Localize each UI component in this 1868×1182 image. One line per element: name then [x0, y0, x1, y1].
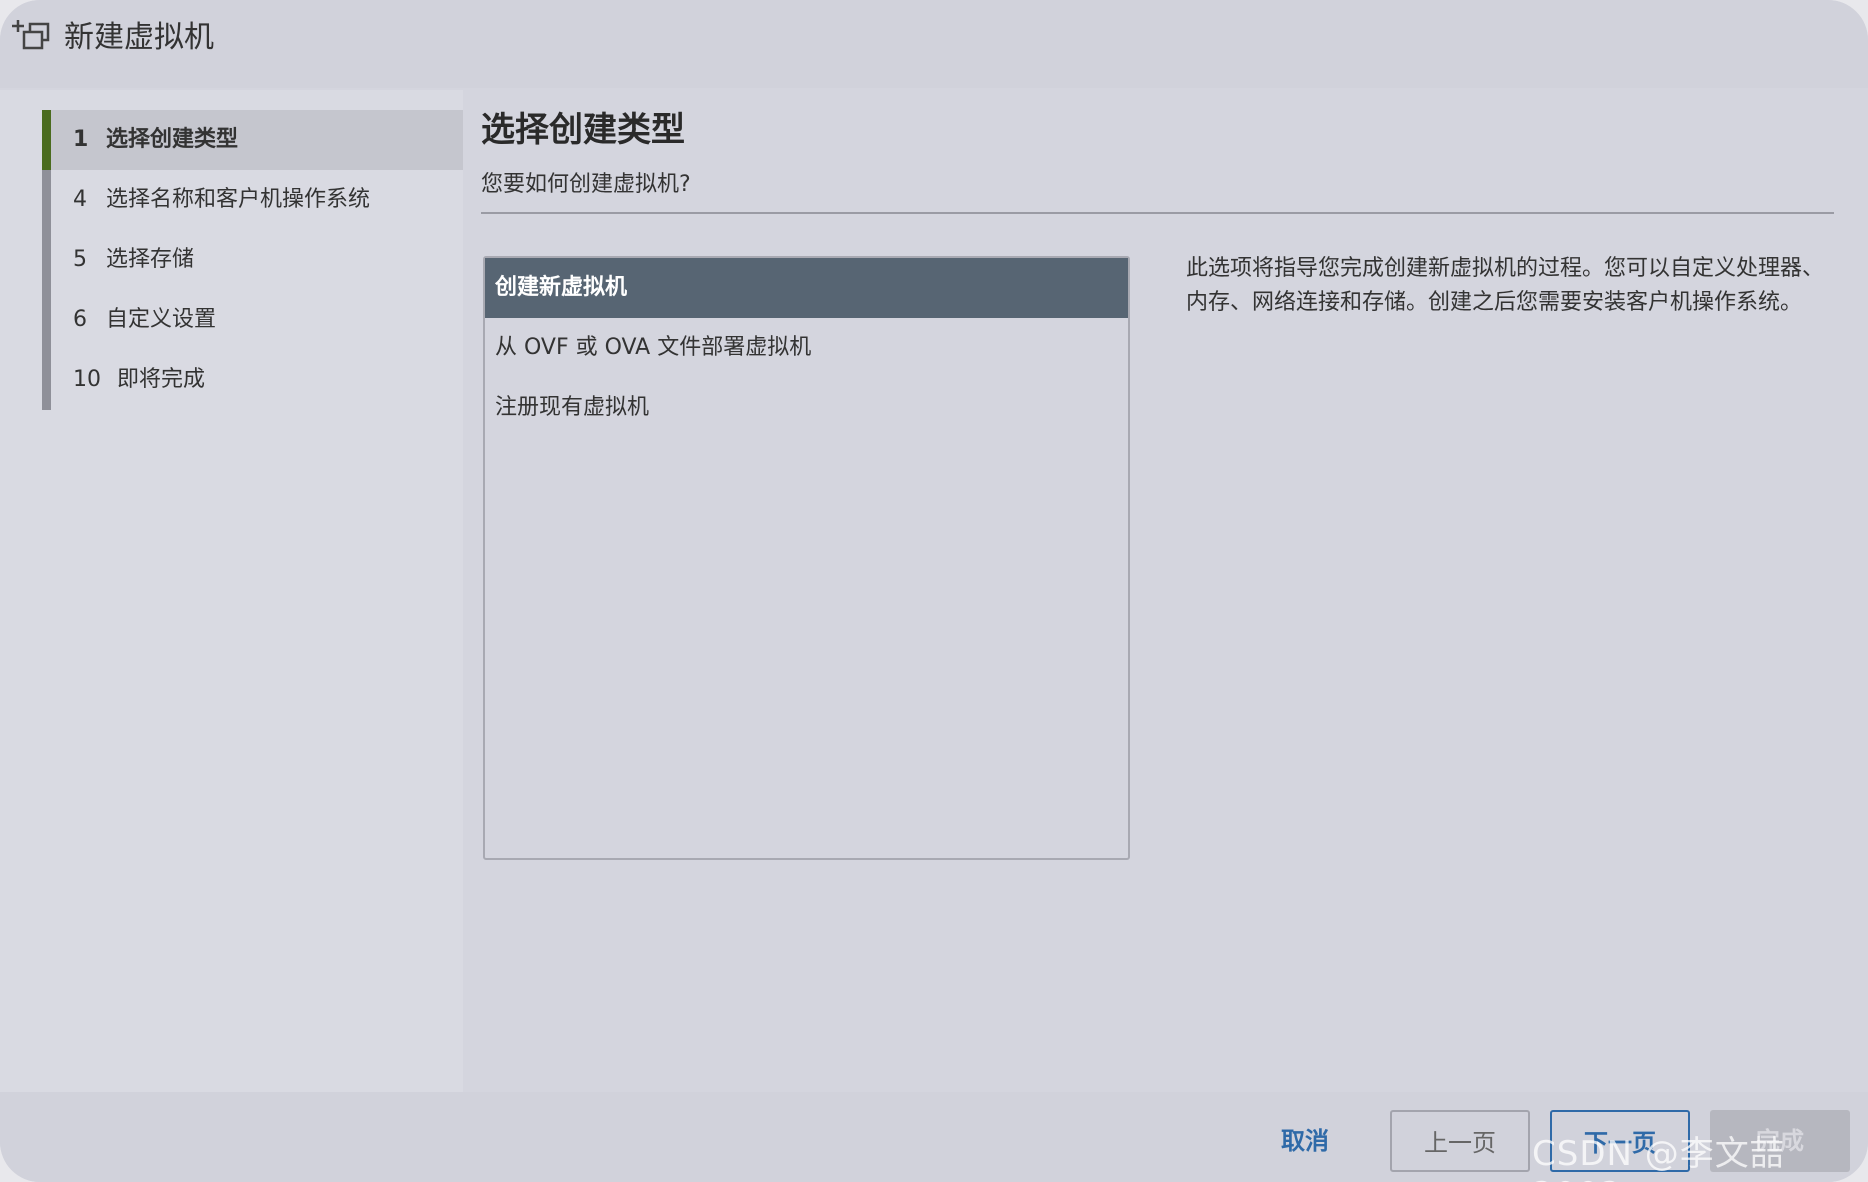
step-label: 自定义设置 [106, 307, 217, 332]
wizard-steps-sidebar: 1 选择创建类型 4 选择名称和客户机操作系统 5 选择存储 6 自定义设置 1… [0, 90, 463, 1092]
dialog-title: 新建虚拟机 [64, 20, 214, 55]
step-select-storage[interactable]: 5 选择存储 [51, 230, 463, 290]
step-number: 10 [73, 367, 101, 392]
previous-page-button[interactable]: 上一页 [1390, 1110, 1530, 1172]
add-vm-icon [10, 18, 54, 58]
step-number: 4 [73, 187, 87, 212]
option-register-existing-vm[interactable]: 注册现有虚拟机 [485, 378, 1128, 438]
step-number: 1 [73, 127, 89, 152]
step-label: 选择创建类型 [106, 127, 239, 152]
step-label: 选择存储 [106, 247, 195, 272]
option-deploy-from-ovf-ova[interactable]: 从 OVF 或 OVA 文件部署虚拟机 [485, 318, 1128, 378]
step-customize-settings[interactable]: 6 自定义设置 [51, 290, 463, 350]
divider [481, 212, 1834, 214]
main-content: 选择创建类型 您要如何创建虚拟机? 创建新虚拟机 从 OVF 或 OVA 文件部… [481, 90, 1868, 1092]
watermark: CSDN @李文喆2002 [1532, 1134, 1785, 1182]
cancel-button[interactable]: 取消 [1250, 1110, 1360, 1172]
page-subtitle: 您要如何创建虚拟机? [481, 172, 691, 197]
page-title: 选择创建类型 [481, 110, 685, 150]
step-number: 6 [73, 307, 87, 332]
step-select-creation-type[interactable]: 1 选择创建类型 [51, 110, 463, 170]
title-bar: 新建虚拟机 [0, 0, 1868, 88]
step-label: 选择名称和客户机操作系统 [106, 187, 371, 212]
creation-type-list[interactable]: 创建新虚拟机 从 OVF 或 OVA 文件部署虚拟机 注册现有虚拟机 [483, 256, 1130, 860]
active-step-indicator [42, 110, 51, 170]
step-list: 1 选择创建类型 4 选择名称和客户机操作系统 5 选择存储 6 自定义设置 1… [42, 110, 463, 410]
step-ready-to-complete[interactable]: 10 即将完成 [51, 350, 463, 410]
new-vm-dialog: 新建虚拟机 1 选择创建类型 4 选择名称和客户机操作系统 5 选择存储 6 自… [0, 0, 1868, 1182]
step-label: 即将完成 [117, 367, 206, 392]
step-select-name-and-guest-os[interactable]: 4 选择名称和客户机操作系统 [51, 170, 463, 230]
step-number: 5 [73, 247, 87, 272]
option-create-new-vm[interactable]: 创建新虚拟机 [485, 258, 1128, 318]
option-description: 此选项将指导您完成创建新虚拟机的过程。您可以自定义处理器、内存、网络连接和存储。… [1186, 256, 1825, 315]
